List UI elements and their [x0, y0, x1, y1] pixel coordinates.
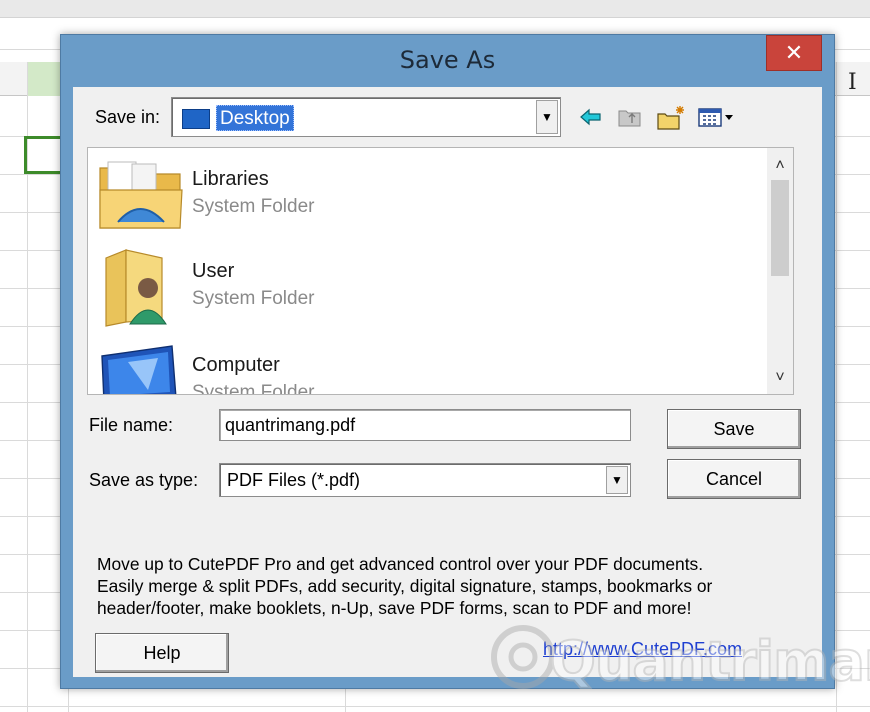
save-as-type-value: PDF Files (*.pdf) — [227, 470, 361, 490]
save-in-dropdown[interactable]: Desktop ▼ — [171, 97, 561, 137]
save-in-label: Save in: — [95, 107, 161, 127]
close-button[interactable]: ✕ — [766, 35, 822, 71]
save-in-value: Desktop — [216, 105, 294, 131]
item-name: Computer — [192, 354, 280, 376]
file-name-label: File name: — [89, 415, 174, 435]
dialog-client-area: Save in: Desktop ▼ Libraries System Fold… — [73, 87, 822, 677]
computer-icon — [101, 345, 177, 394]
dropdown-arrow-icon[interactable]: ▼ — [606, 466, 628, 494]
file-name-input[interactable]: quantrimang.pdf — [219, 409, 631, 441]
promo-line: Move up to CutePDF Pro and get advanced … — [97, 554, 704, 574]
save-button[interactable]: Save — [667, 409, 801, 449]
view-menu-icon[interactable] — [697, 105, 737, 135]
watermark-logo: Quantrimang — [480, 610, 870, 710]
scroll-down-icon[interactable]: ˅ — [767, 366, 793, 390]
desktop-icon — [182, 109, 210, 129]
up-folder-icon[interactable] — [617, 105, 643, 135]
watermark-emblem-icon — [491, 625, 555, 689]
libraries-icon — [99, 161, 183, 229]
item-name: User — [192, 260, 235, 282]
save-as-dialog: Save As ✕ Save in: Desktop ▼ Libraries S… — [60, 34, 835, 689]
item-type: System Folder — [192, 382, 315, 395]
save-as-type-dropdown[interactable]: PDF Files (*.pdf) ▼ — [219, 463, 631, 497]
dropdown-arrow-icon[interactable]: ▼ — [536, 100, 558, 134]
scroll-up-icon[interactable]: ˄ — [767, 154, 793, 178]
watermark-text: Quantrimang — [549, 629, 870, 694]
title-bar[interactable]: Save As ✕ — [61, 35, 834, 87]
new-folder-icon[interactable] — [656, 105, 686, 137]
back-arrow-icon[interactable] — [579, 105, 603, 135]
vertical-scrollbar[interactable]: ˄ ˅ — [767, 148, 793, 394]
cancel-button[interactable]: Cancel — [667, 459, 801, 499]
list-item[interactable]: Libraries System Folder — [88, 148, 778, 238]
item-type: System Folder — [192, 196, 315, 217]
promo-line: Easily merge & split PDFs, add security,… — [97, 576, 713, 596]
text-cursor-icon: I — [848, 70, 857, 95]
save-as-type-label: Save as type: — [89, 470, 199, 490]
list-item[interactable]: User System Folder — [88, 240, 778, 330]
item-type: System Folder — [192, 288, 315, 309]
item-name: Libraries — [192, 168, 269, 190]
list-item[interactable]: Computer System Folder — [88, 334, 778, 395]
scroll-thumb[interactable] — [771, 180, 789, 276]
help-button[interactable]: Help — [95, 633, 229, 673]
app-top-bar — [0, 0, 870, 18]
dialog-title: Save As — [399, 46, 496, 74]
user-folder-icon — [105, 249, 167, 327]
file-list[interactable]: Libraries System Folder User System Fold… — [87, 147, 794, 395]
